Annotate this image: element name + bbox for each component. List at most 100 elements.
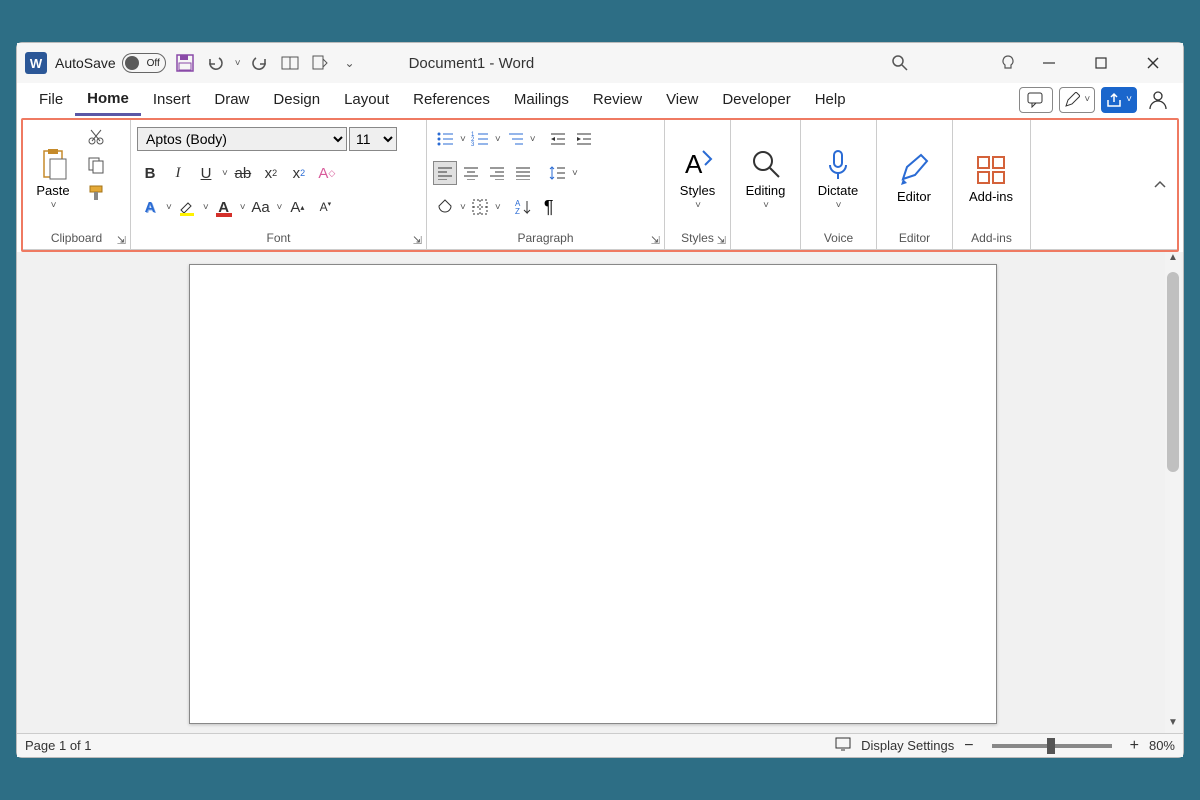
- zoom-level[interactable]: 80%: [1149, 738, 1175, 753]
- tab-developer[interactable]: Developer: [710, 85, 802, 114]
- align-left-icon[interactable]: [433, 161, 457, 185]
- font-name-select[interactable]: Aptos (Body): [137, 127, 347, 151]
- maximize-button[interactable]: [1079, 43, 1123, 83]
- zoom-in-button[interactable]: +: [1130, 737, 1139, 755]
- group-editor: Editor Editor: [877, 120, 953, 249]
- shading-icon[interactable]: [433, 195, 457, 219]
- clipboard-launcher-icon[interactable]: ⇲: [117, 234, 126, 247]
- scroll-down-icon[interactable]: ▼: [1168, 717, 1178, 733]
- multilevel-list-icon[interactable]: [503, 127, 527, 151]
- status-bar: Page 1 of 1 Display Settings − + 80%: [17, 733, 1183, 757]
- title-bar: W AutoSave Off ˅ ⌄ Document1 - Word: [17, 43, 1183, 83]
- document-area: ▲ ▼: [17, 252, 1183, 733]
- copy-icon[interactable]: [83, 152, 109, 178]
- tab-insert[interactable]: Insert: [141, 85, 203, 114]
- editing-mode-button[interactable]: ˅: [1059, 87, 1095, 113]
- font-size-select[interactable]: 11: [349, 127, 397, 151]
- zoom-out-button[interactable]: −: [964, 737, 973, 755]
- font-color-icon[interactable]: A: [211, 194, 237, 220]
- document-page[interactable]: [189, 264, 997, 724]
- tab-help[interactable]: Help: [803, 85, 858, 114]
- vertical-scrollbar[interactable]: ▲ ▼: [1165, 252, 1181, 733]
- bold-button[interactable]: B: [137, 160, 163, 186]
- styles-button[interactable]: A Styles ˅: [671, 124, 724, 229]
- tab-draw[interactable]: Draw: [202, 85, 261, 114]
- text-effects-icon[interactable]: A: [137, 194, 163, 220]
- styles-launcher-icon[interactable]: ⇲: [717, 234, 726, 247]
- show-marks-icon[interactable]: ¶: [537, 195, 561, 219]
- sort-icon[interactable]: AZ: [511, 195, 535, 219]
- align-right-icon[interactable]: [485, 161, 509, 185]
- search-icon[interactable]: [889, 52, 911, 74]
- account-icon[interactable]: [1143, 89, 1173, 111]
- group-voice: Dictate ˅ Voice: [801, 120, 877, 249]
- zoom-slider[interactable]: [992, 744, 1112, 748]
- tab-design[interactable]: Design: [261, 85, 332, 114]
- dictate-button[interactable]: Dictate ˅: [807, 124, 869, 229]
- grow-font-icon[interactable]: A▴: [284, 194, 310, 220]
- collapse-ribbon-icon[interactable]: [1143, 120, 1177, 249]
- cut-icon[interactable]: [83, 124, 109, 150]
- editor-button[interactable]: Editor: [883, 124, 945, 229]
- shrink-font-icon[interactable]: A▾: [312, 194, 338, 220]
- svg-text:3: 3: [471, 142, 475, 147]
- justify-icon[interactable]: [511, 161, 535, 185]
- minimize-button[interactable]: [1027, 43, 1071, 83]
- quick-item-2-icon[interactable]: [309, 52, 331, 74]
- superscript-button[interactable]: x2: [286, 160, 312, 186]
- strikethrough-button[interactable]: ab: [230, 160, 256, 186]
- tab-review[interactable]: Review: [581, 85, 654, 114]
- format-painter-icon[interactable]: [83, 180, 109, 206]
- group-addins: Add-ins Add-ins: [953, 120, 1031, 249]
- editing-button[interactable]: Editing ˅: [737, 124, 794, 229]
- group-paragraph: ˅ 123˅ ˅ ˅ ˅ ˅: [427, 120, 665, 249]
- increase-indent-icon[interactable]: [572, 127, 596, 151]
- underline-button[interactable]: U: [193, 160, 219, 186]
- undo-icon[interactable]: [204, 52, 226, 74]
- undo-dropdown-icon[interactable]: ˅: [235, 58, 241, 69]
- tab-mailings[interactable]: Mailings: [502, 85, 581, 114]
- scroll-thumb[interactable]: [1167, 272, 1179, 472]
- paste-button[interactable]: Paste ˅: [29, 124, 77, 229]
- tips-icon[interactable]: [997, 52, 1019, 74]
- underline-dropdown-icon[interactable]: ˅: [222, 168, 228, 179]
- tab-view[interactable]: View: [654, 85, 710, 114]
- group-label-paragraph: Paragraph ⇲: [427, 231, 664, 249]
- align-center-icon[interactable]: [459, 161, 483, 185]
- display-settings-button[interactable]: Display Settings: [861, 738, 954, 753]
- quick-item-1-icon[interactable]: [279, 52, 301, 74]
- addins-button[interactable]: Add-ins: [959, 124, 1023, 229]
- italic-button[interactable]: I: [165, 160, 191, 186]
- bullets-icon[interactable]: [433, 127, 457, 151]
- scroll-up-icon[interactable]: ▲: [1168, 252, 1178, 268]
- close-button[interactable]: [1131, 43, 1175, 83]
- tab-references[interactable]: References: [401, 85, 502, 114]
- autosave-toggle[interactable]: AutoSave Off: [55, 53, 166, 73]
- page-indicator[interactable]: Page 1 of 1: [25, 738, 92, 753]
- paragraph-launcher-icon[interactable]: ⇲: [651, 234, 660, 247]
- save-icon[interactable]: [174, 52, 196, 74]
- redo-icon[interactable]: [249, 52, 271, 74]
- customize-qat-icon[interactable]: ⌄: [339, 52, 361, 74]
- group-clipboard: Paste ˅ Clipboard ⇲: [23, 120, 131, 249]
- share-button[interactable]: ˅: [1101, 87, 1137, 113]
- numbering-icon[interactable]: 123: [468, 127, 492, 151]
- borders-icon[interactable]: [468, 195, 492, 219]
- change-case-icon[interactable]: Aa: [248, 194, 274, 220]
- comments-button[interactable]: [1019, 87, 1053, 113]
- tab-layout[interactable]: Layout: [332, 85, 401, 114]
- display-settings-icon[interactable]: [835, 737, 851, 754]
- line-spacing-icon[interactable]: [545, 161, 569, 185]
- tab-home[interactable]: Home: [75, 84, 141, 116]
- toggle-switch[interactable]: Off: [122, 53, 166, 73]
- autosave-label: AutoSave: [55, 55, 116, 71]
- document-title: Document1 - Word: [409, 55, 535, 72]
- tab-file[interactable]: File: [27, 85, 75, 114]
- group-styles: A Styles ˅ Styles ⇲: [665, 120, 731, 249]
- subscript-button[interactable]: x2: [258, 160, 284, 186]
- group-editing: Editing ˅: [731, 120, 801, 249]
- highlight-color-icon[interactable]: [174, 194, 200, 220]
- clear-formatting-icon[interactable]: A◇: [314, 160, 340, 186]
- decrease-indent-icon[interactable]: [546, 127, 570, 151]
- font-launcher-icon[interactable]: ⇲: [413, 234, 422, 247]
